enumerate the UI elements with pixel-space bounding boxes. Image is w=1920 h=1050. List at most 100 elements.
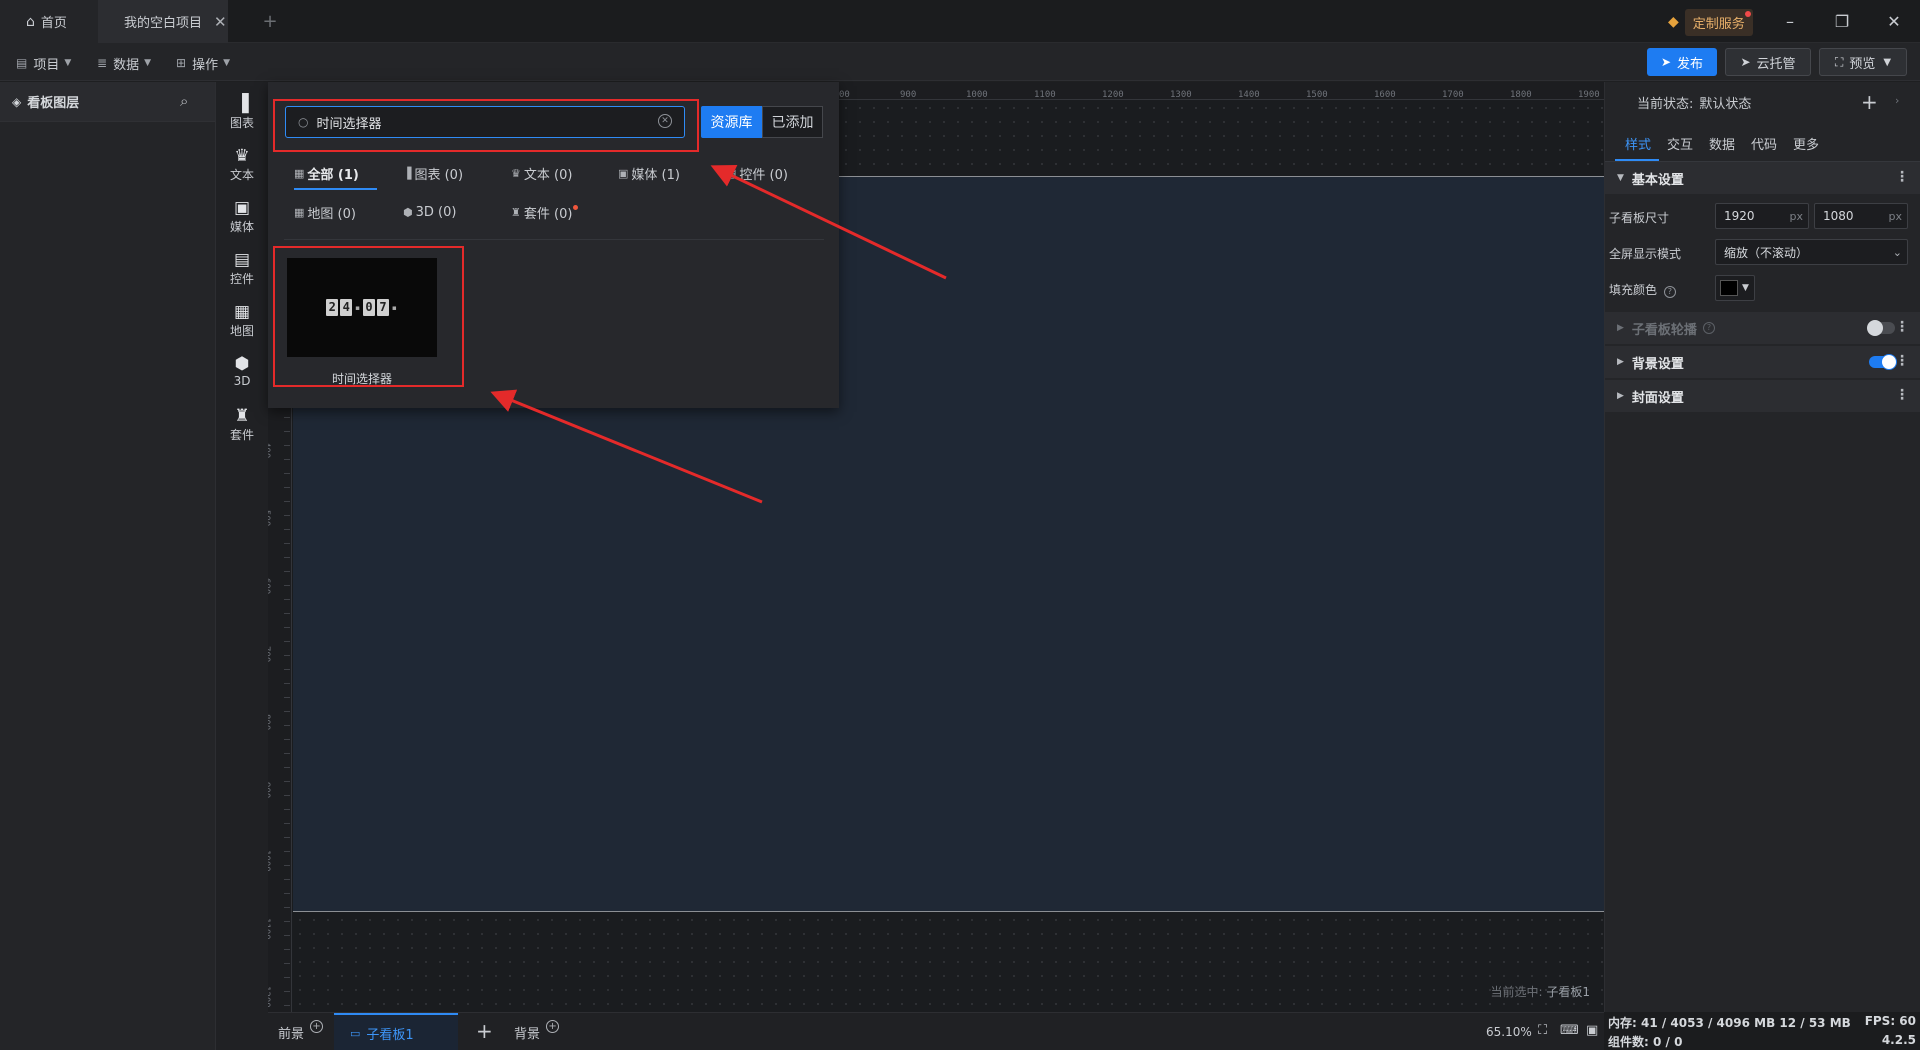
tab-resource-library[interactable]: 资源库 [701,106,762,138]
fill-color-picker[interactable]: ▼ [1715,275,1755,301]
title-bar: ⌂ 首页 我的空白项目 ✕ + ◆ 定制服务 – ❐ ✕ [0,0,1920,43]
ruler-tick: 500 [268,510,271,527]
preview-button[interactable]: ⛶ 预览 ▼ [1819,48,1907,76]
fullscreen-mode-select[interactable]: 缩放（不滚动） ⌄ [1715,239,1908,265]
category-map-label: 地图 (0) [307,206,356,222]
category-widget[interactable]: ▤ 控件 (0) [726,163,788,183]
menu-data-label: 数据 [113,57,140,73]
monitor-icon: ▭ [350,1026,361,1040]
help-icon[interactable]: ? [1663,286,1676,298]
ruler-tick: 1500 [1306,90,1328,100]
category-all[interactable]: ▦ 全部 (1) [294,163,359,183]
add-circle-icon[interactable]: + [310,1020,324,1033]
menu-data[interactable]: ≣ 数据 ▼ [97,51,151,75]
add-state-icon[interactable]: + [1861,90,1878,114]
custom-service-button[interactable]: ◆ 定制服务 [1668,8,1753,36]
section-basic-settings[interactable]: ▼ 基本设置 ⋮ [1605,162,1920,194]
tab-interaction[interactable]: 交互 [1667,134,1693,153]
caret-down-icon: ▼ [1742,283,1749,293]
zoom-level[interactable]: 65.10% [1486,1025,1532,1039]
tool-text[interactable]: ♛ 文本 [216,146,268,196]
restore-icon[interactable]: ❐ [1828,8,1856,34]
tool-map[interactable]: ▦ 地图 [216,302,268,352]
tab-code[interactable]: 代码 [1751,134,1777,153]
tool-kit[interactable]: ♜ 套件 [216,406,268,456]
section-cover[interactable]: ▶ 封面设置 ⋮ [1605,380,1920,412]
layer-tab-background[interactable]: 背景 + [514,1020,560,1042]
chevron-right-icon[interactable]: › [1895,94,1899,107]
tool-chart-label: 图表 [229,116,254,130]
chevron-down-icon: ▼ [1883,56,1892,68]
caret-down-icon: ▼ [1617,173,1624,183]
category-media[interactable]: ▣ 媒体 (1) [618,163,680,183]
close-window-icon[interactable]: ✕ [1880,8,1908,34]
chevron-down-icon: ▼ [64,58,72,68]
more-vertical-icon[interactable]: ⋮ [1895,169,1909,185]
tool-media-label: 媒体 [229,220,254,234]
tool-kit-label: 套件 [229,428,254,442]
tab-data[interactable]: 数据 [1709,134,1735,153]
tab-project-label: 我的空白项目 [124,16,203,31]
search-icon[interactable]: ⌕ [180,92,188,110]
add-circle-icon[interactable]: + [546,1020,560,1033]
cloud-hosting-button[interactable]: ➤ 云托管 [1725,48,1811,76]
toggle-knob [1867,320,1883,336]
category-text[interactable]: ♛ 文本 (0) [511,163,572,183]
tab-style[interactable]: 样式 [1625,134,1651,153]
ruler-tick: 700 [268,646,271,663]
category-map[interactable]: ▦ 地图 (0) [294,202,356,222]
ruler-tick: 1800 [1510,90,1532,100]
menu-project-label: 项目 [33,57,60,73]
width-input[interactable]: 1920 px [1715,203,1809,229]
keyboard-icon[interactable]: ⌨ [1560,1023,1579,1038]
new-tab-icon[interactable]: + [255,0,285,43]
caret-right-icon: ▶ [1617,323,1624,333]
property-tabs: 样式 交互 数据 代码 更多 [1605,122,1920,162]
category-chart-label: 图表 (0) [414,167,464,183]
new-badge-dot [573,204,579,210]
category-3d[interactable]: ⬢ 3D (0) [403,202,456,222]
more-vertical-icon[interactable]: ⋮ [1895,353,1909,369]
state-value[interactable]: 默认状态 [1699,93,1751,112]
notification-dot [1744,10,1751,17]
fit-screen-icon[interactable]: ⛶ [1538,1023,1547,1038]
tool-chart[interactable]: ▐ 图表 [216,94,268,144]
section-carousel[interactable]: ▶ 子看板轮播 ? ⋮ [1605,312,1920,344]
file-icon: ▤ [16,56,28,70]
tab-added[interactable]: 已添加 [762,106,823,138]
tool-media[interactable]: ▣ 媒体 [216,198,268,248]
category-chart[interactable]: ▐ 图表 (0) [403,163,463,183]
publish-label: 发布 [1677,56,1704,72]
menu-operation[interactable]: ⊞ 操作 ▼ [176,51,230,75]
layer-tab-front[interactable]: 前景 + [278,1020,324,1042]
minimize-icon[interactable]: – [1776,8,1804,34]
database-icon: ≣ [97,56,108,70]
tab-project[interactable]: 我的空白项目 ✕ [98,0,228,43]
section-background[interactable]: ▶ 背景设置 ⋮ [1605,346,1920,378]
close-tab-icon[interactable]: ✕ [214,13,227,31]
ruler-tick: 900 [900,90,917,100]
more-vertical-icon[interactable]: ⋮ [1895,387,1909,403]
map-icon: ▦ [233,302,251,322]
add-icon[interactable]: + [476,1019,493,1043]
component-count: 组件数: 0 / 0 [1608,1035,1683,1049]
publish-button[interactable]: ➤ 发布 [1647,48,1717,76]
bar-chart-icon: ▐ [235,94,249,114]
category-text-label: 文本 (0) [523,167,573,183]
layer-tab-sub-board[interactable]: ▭ 子看板1 [334,1013,458,1050]
bar-chart-icon: ▐ [403,166,412,180]
terminal-icon[interactable]: ▣ [1586,1023,1598,1038]
help-icon[interactable]: ? [1702,322,1715,334]
tab-home[interactable]: ⌂ 首页 [0,0,98,43]
tab-more[interactable]: 更多 [1793,134,1819,153]
category-kit[interactable]: ♜ 套件 (0) [511,202,579,222]
carousel-toggle[interactable] [1867,320,1895,336]
ruler-tick: 1100 [268,918,271,940]
more-vertical-icon[interactable]: ⋮ [1895,319,1909,335]
height-input[interactable]: 1080 px [1814,203,1908,229]
tool-widget[interactable]: ▤ 控件 [216,250,268,300]
bottom-bar: 前景 + ▭ 子看板1 + 背景 + 65.10% ⛶ ⌨ ▣ [268,1012,1604,1050]
background-toggle[interactable] [1869,354,1897,370]
tool-3d[interactable]: ⬢ 3D [216,354,268,404]
menu-project[interactable]: ▤ 项目 ▼ [16,51,71,75]
